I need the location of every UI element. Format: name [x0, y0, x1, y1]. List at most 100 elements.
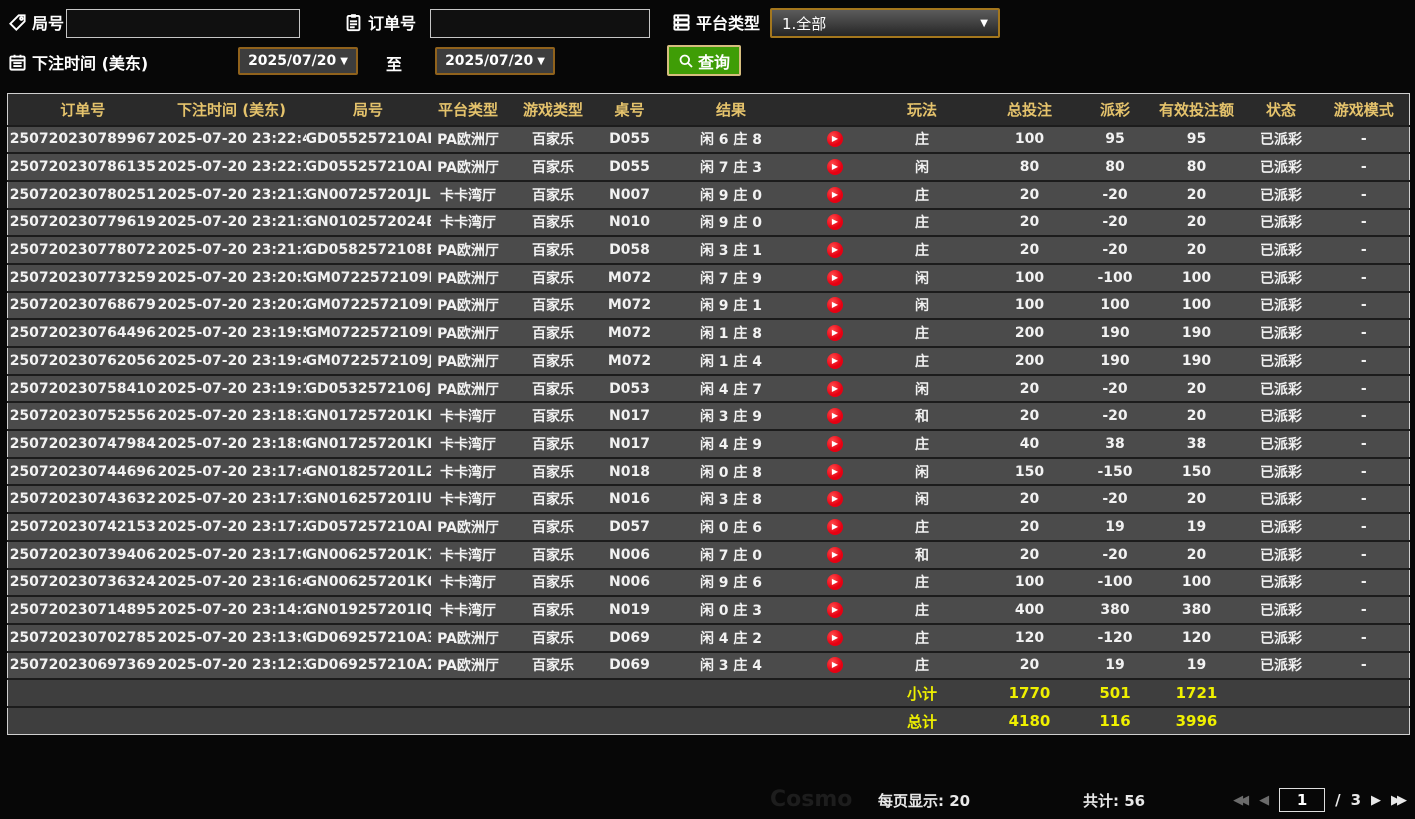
cell-order-no: 250720230736324 [7, 567, 158, 597]
cell-bet-time: 2025-07-20 23:19:41 [157, 346, 306, 375]
cell-bet-type: 庄 [865, 512, 979, 541]
date-to-picker[interactable]: 2025/07/20 ▼ [435, 47, 555, 75]
replay-button[interactable]: ▶ [826, 131, 843, 148]
header-platform: 平台类型 [430, 93, 506, 126]
replay-button[interactable]: ▶ [826, 325, 843, 342]
cell-table-no: N017 [600, 429, 659, 458]
cell-valid-bet: 120 [1149, 622, 1244, 652]
header-valid-bet: 有效投注额 [1149, 93, 1244, 126]
cell-status: 已派彩 [1243, 456, 1319, 486]
replay-button[interactable]: ▶ [826, 602, 843, 619]
cell-payout: -20 [1080, 484, 1150, 514]
cell-bet-time: 2025-07-20 23:21:30 [157, 207, 306, 237]
pagination-bar: Cosmo 每页显示: 20 共计: 56 ◀◀ ◀ / 3 ▶ ▶▶ [0, 779, 1415, 819]
replay-button[interactable]: ▶ [826, 352, 843, 369]
cell-replay: ▶ [803, 650, 866, 680]
cell-bet-time: 2025-07-20 23:20:23 [157, 290, 306, 320]
cell-valid-bet: 80 [1149, 152, 1244, 181]
cell-total-bet: 100 [978, 262, 1081, 292]
cell-replay: ▶ [803, 484, 866, 514]
cell-result: 闲 6 庄 8 [658, 124, 804, 154]
replay-button[interactable]: ▶ [826, 214, 843, 231]
cell-table-no: D055 [600, 124, 659, 154]
last-page-button[interactable]: ▶▶ [1391, 793, 1407, 808]
replay-button[interactable]: ▶ [826, 657, 843, 674]
cell-valid-bet: 20 [1149, 235, 1244, 264]
table-row: 250720230739406 2025-07-20 23:17:05 GN0062… [7, 539, 1410, 569]
replay-button[interactable]: ▶ [826, 297, 843, 314]
cell-valid-bet: 95 [1149, 124, 1244, 154]
replay-button[interactable]: ▶ [826, 186, 843, 203]
replay-button[interactable]: ▶ [826, 408, 843, 425]
platform-select[interactable]: 1.全部 ▼ [770, 8, 1000, 38]
cell-table-no: D053 [600, 373, 659, 403]
cell-valid-bet: 19 [1149, 512, 1244, 541]
page-number-input[interactable] [1279, 788, 1326, 812]
search-button[interactable]: 查询 [667, 45, 742, 76]
replay-button[interactable]: ▶ [826, 380, 843, 397]
next-page-button[interactable]: ▶ [1371, 793, 1381, 808]
bet-records-table: 订单号 下注时间 (美东) 局号 平台类型 游戏类型 桌号 结果 玩法 总投注 … [7, 93, 1410, 736]
bet-time-label: 下注时间 (美东) [32, 54, 149, 73]
date-from-picker[interactable]: 2025/07/20 ▼ [238, 47, 358, 75]
table-row: 250720230789967 2025-07-20 23:22:43 GD0552… [7, 124, 1410, 154]
cell-order-no: 250720230786135 [7, 152, 158, 181]
date-from-value: 2025/07/20 [248, 53, 337, 69]
cell-result: 闲 4 庄 2 [658, 622, 804, 652]
cell-status: 已派彩 [1243, 484, 1319, 514]
cell-game-mode: - [1318, 235, 1410, 264]
game-no-input[interactable] [66, 9, 300, 38]
cell-game-no: GD0532572106J [305, 373, 431, 403]
cell-payout: 80 [1080, 152, 1150, 181]
replay-button[interactable]: ▶ [826, 629, 843, 646]
cell-status: 已派彩 [1243, 650, 1319, 680]
cell-status: 已派彩 [1243, 318, 1319, 347]
cell-valid-bet: 20 [1149, 539, 1244, 569]
table-row: 250720230778072 2025-07-20 23:21:22 GD0582… [7, 235, 1410, 264]
cell-order-no: 250720230778072 [7, 235, 158, 264]
first-page-button[interactable]: ◀◀ [1233, 793, 1249, 808]
replay-button[interactable]: ▶ [826, 435, 843, 452]
table-row: 250720230702785 2025-07-20 23:13:07 GD0692… [7, 622, 1410, 652]
cell-status: 已派彩 [1243, 179, 1319, 209]
cell-total-bet: 40 [978, 429, 1081, 458]
cell-game-type: 百家乐 [505, 235, 601, 264]
cell-valid-bet: 100 [1149, 567, 1244, 597]
replay-button[interactable]: ▶ [826, 574, 843, 591]
cell-platform: 卡卡湾厅 [430, 429, 506, 458]
cell-platform: 卡卡湾厅 [430, 595, 506, 624]
replay-button[interactable]: ▶ [826, 242, 843, 259]
replay-button[interactable]: ▶ [826, 518, 843, 535]
chevron-down-icon: ▼ [340, 55, 348, 67]
cell-platform: PA欧洲厅 [430, 124, 506, 154]
cell-platform: PA欧洲厅 [430, 235, 506, 264]
cell-game-no: GM0722572109M [305, 262, 431, 292]
cell-valid-bet: 380 [1149, 595, 1244, 624]
cell-status: 已派彩 [1243, 401, 1319, 431]
table-row: 250720230780251 2025-07-20 23:21:35 GN0072… [7, 179, 1410, 209]
cell-status: 已派彩 [1243, 512, 1319, 541]
order-no-input[interactable] [430, 9, 650, 38]
header-result: 结果 [658, 93, 804, 126]
replay-button[interactable]: ▶ [826, 269, 843, 286]
replay-button[interactable]: ▶ [826, 491, 843, 508]
cell-valid-bet: 20 [1149, 373, 1244, 403]
cell-bet-type: 庄 [865, 650, 979, 680]
cell-total-bet: 200 [978, 318, 1081, 347]
cell-table-no: D055 [600, 152, 659, 181]
cell-game-mode: - [1318, 373, 1410, 403]
replay-button[interactable]: ▶ [826, 463, 843, 480]
cell-status: 已派彩 [1243, 124, 1319, 154]
cell-valid-bet: 20 [1149, 179, 1244, 209]
replay-button[interactable]: ▶ [826, 159, 843, 176]
prev-page-button[interactable]: ◀ [1259, 793, 1269, 808]
cell-table-no: N006 [600, 567, 659, 597]
replay-button[interactable]: ▶ [826, 546, 843, 563]
cell-table-no: N017 [600, 401, 659, 431]
cell-platform: 卡卡湾厅 [430, 567, 506, 597]
cell-game-mode: - [1318, 650, 1410, 680]
cell-table-no: N018 [600, 456, 659, 486]
total-row: 总计 4180 116 3996 [7, 705, 1410, 735]
cell-status: 已派彩 [1243, 207, 1319, 237]
cell-platform: 卡卡湾厅 [430, 539, 506, 569]
